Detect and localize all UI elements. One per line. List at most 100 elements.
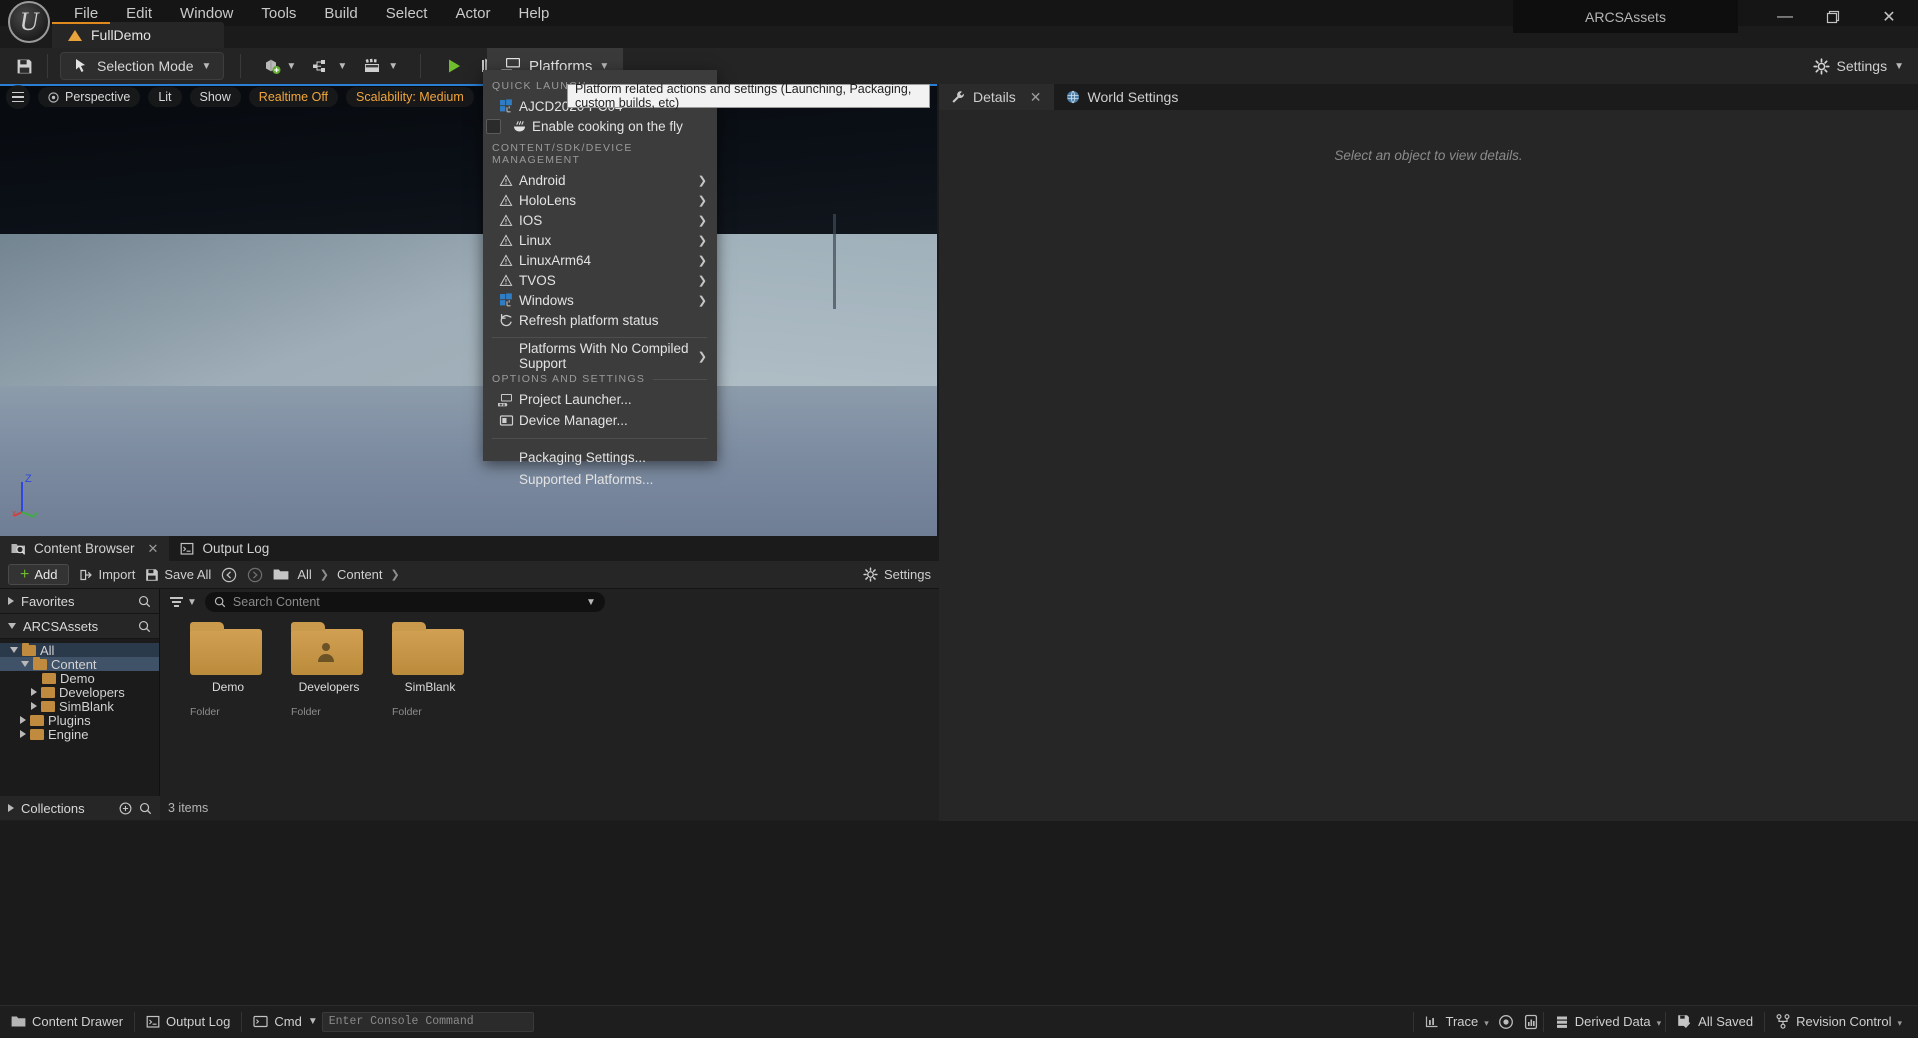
tree-node-content[interactable]: Content	[0, 656, 159, 672]
chevron-down-icon-search[interactable]: ▼	[586, 597, 596, 608]
menu-item-help[interactable]: Help	[505, 2, 564, 25]
history-back-button[interactable]	[221, 567, 237, 583]
unreal-engine-logo-icon[interactable]: U	[8, 1, 50, 43]
revision-control-button[interactable]: Revision Control ▾	[1765, 1006, 1918, 1038]
menu-item-supported-platforms[interactable]: Supported Platforms...	[483, 468, 717, 490]
close-icon-details[interactable]: ✕	[1030, 89, 1042, 106]
chevron-down-icon-all[interactable]	[10, 647, 18, 653]
collections-section[interactable]: Collections	[0, 796, 160, 820]
trace-button[interactable]: Trace ▾	[1414, 1006, 1492, 1038]
tree-node-developers-label: Developers	[59, 684, 125, 700]
menu-item-linuxarm64[interactable]: LinuxArm64 ❯	[483, 250, 717, 270]
tree-node-demo[interactable]: Demo	[0, 671, 159, 686]
tab-content-browser[interactable]: Content Browser ✕	[0, 536, 170, 561]
menu-item-refresh-platform-status[interactable]: Refresh platform status	[483, 310, 717, 330]
level-viewport[interactable]: Z x y	[0, 84, 937, 536]
add-collection-icon[interactable]	[119, 802, 132, 815]
menu-item-project-launcher[interactable]: Project Launcher...	[483, 389, 717, 410]
chevron-right-icon-developers[interactable]	[31, 688, 37, 696]
content-browser-toolbar: + Add Import Save All All ❯ Content ❯ Se…	[0, 561, 939, 589]
search-icon-collections[interactable]	[139, 802, 152, 815]
asset-item-demo[interactable]: Demo Folder	[190, 622, 266, 718]
menu-item-hololens[interactable]: HoloLens ❯	[483, 190, 717, 210]
viewport-menu-button[interactable]	[6, 85, 30, 109]
menu-item-android[interactable]: Android ❯	[483, 170, 717, 190]
menu-item-windows[interactable]: Windows ❯	[483, 290, 717, 310]
platforms-dropdown-menu[interactable]: QUICK LAUNCH AJCD2020-PC04 Enable c	[483, 70, 717, 487]
tree-node-engine[interactable]: Engine	[0, 727, 159, 742]
add-button[interactable]: + Add	[8, 564, 70, 585]
viewport-lit-button[interactable]: Lit	[148, 87, 182, 107]
add-actor-button[interactable]: ▼	[255, 53, 304, 79]
close-button[interactable]: ✕	[1878, 7, 1900, 27]
trace-record-button[interactable]	[1493, 1006, 1519, 1038]
tab-details[interactable]: Details ✕	[939, 84, 1054, 110]
close-icon-content-browser[interactable]: ✕	[148, 541, 159, 557]
tree-node-developers[interactable]: Developers	[0, 684, 159, 700]
output-log-button[interactable]: Output Log	[135, 1006, 241, 1038]
menu-item-select[interactable]: Select	[372, 2, 442, 25]
breadcrumb-all[interactable]: All	[297, 567, 311, 582]
settings-button[interactable]: Settings ▼	[1812, 48, 1904, 84]
selection-mode-dropdown[interactable]: Selection Mode ▼	[60, 52, 225, 80]
play-button[interactable]	[437, 53, 471, 79]
viewport-scalability-button[interactable]: Scalability: Medium	[346, 87, 474, 107]
tree-node-plugins[interactable]: Plugins	[0, 713, 159, 728]
asset-tree: All Content Demo Developers SimBlank Plu…	[0, 639, 159, 742]
minimize-button[interactable]: —	[1774, 8, 1796, 26]
chevron-down-icon-content[interactable]	[21, 661, 29, 667]
maximize-button[interactable]	[1826, 10, 1848, 24]
save-all-button[interactable]: Save All	[145, 567, 211, 582]
breadcrumb-content[interactable]: Content	[337, 567, 383, 582]
tree-node-simblank[interactable]: SimBlank	[0, 699, 159, 714]
tab-world-settings[interactable]: World Settings	[1054, 84, 1191, 110]
menu-item-tvos[interactable]: TVOS ❯	[483, 270, 717, 290]
section-arcsassets[interactable]: ARCSAssets	[0, 614, 159, 639]
content-browser-settings-label: Settings	[884, 567, 931, 582]
menu-item-actor[interactable]: Actor	[441, 2, 504, 25]
viewport-realtime-button[interactable]: Realtime Off	[248, 87, 339, 107]
search-icon-arcsassets[interactable]	[138, 620, 151, 633]
project-tab[interactable]: FullDemo	[52, 22, 224, 48]
cinematics-button[interactable]: ▼	[355, 53, 406, 79]
derived-data-button[interactable]: Derived Data ▾	[1544, 1006, 1665, 1038]
asset-item-simblank[interactable]: SimBlank Folder	[392, 622, 468, 718]
performance-button[interactable]	[1519, 1006, 1543, 1038]
filters-button[interactable]: ▼	[170, 597, 197, 608]
menu-item-tools[interactable]: Tools	[247, 2, 310, 25]
chevron-right-icon-simblank[interactable]	[31, 702, 37, 710]
save-button[interactable]	[8, 53, 41, 79]
history-forward-button[interactable]	[247, 567, 263, 583]
console-command-input[interactable]: Enter Console Command	[321, 1011, 534, 1032]
cmd-label: Cmd	[274, 1014, 302, 1029]
tab-output-log[interactable]: Output Log	[169, 536, 280, 561]
asset-item-developers[interactable]: Developers Folder	[291, 622, 367, 718]
section-favorites[interactable]: Favorites	[0, 589, 159, 614]
search-icon-favorites[interactable]	[138, 595, 151, 608]
viewport-show-button[interactable]: Show	[189, 87, 241, 107]
search-input[interactable]: Search Content ▼	[204, 592, 605, 612]
enable-cooking-checkbox[interactable]	[486, 118, 501, 134]
menu-item-no-compiled-support[interactable]: Platforms With No Compiled Support ❯	[483, 341, 717, 371]
content-browser-settings-button[interactable]: Settings	[863, 567, 931, 582]
content-drawer-label: Content Drawer	[32, 1014, 124, 1029]
cmd-dropdown[interactable]: Cmd ▼	[242, 1006, 321, 1038]
menu-item-ios[interactable]: IOS ❯	[483, 210, 717, 230]
tree-node-all[interactable]: All	[0, 642, 159, 658]
menu-item-packaging-settings[interactable]: Packaging Settings...	[483, 446, 717, 468]
warning-icon-ios	[493, 213, 519, 227]
blueprints-button[interactable]: ▼	[304, 53, 355, 79]
cursor-icon	[76, 59, 85, 72]
chevron-right-icon-plugins[interactable]	[20, 716, 26, 724]
content-browser-panel: Content Browser ✕ Output Log + Add Impor…	[0, 536, 939, 821]
viewport-perspective-button[interactable]: Perspective	[38, 87, 141, 107]
menu-item-build[interactable]: Build	[310, 2, 371, 25]
menu-item-enable-cooking[interactable]: Enable cooking on the fly	[483, 116, 717, 136]
menu-item-device-manager[interactable]: Device Manager...	[483, 410, 717, 431]
all-saved-button[interactable]: All Saved	[1666, 1006, 1764, 1038]
chevron-right-icon-engine[interactable]	[20, 730, 26, 738]
content-browser-main: Favorites ARCSAssets All Content Demo De…	[0, 589, 939, 820]
content-drawer-button[interactable]: Content Drawer	[0, 1006, 134, 1038]
import-button[interactable]: Import	[79, 567, 135, 582]
menu-item-linux[interactable]: Linux ❯	[483, 230, 717, 250]
